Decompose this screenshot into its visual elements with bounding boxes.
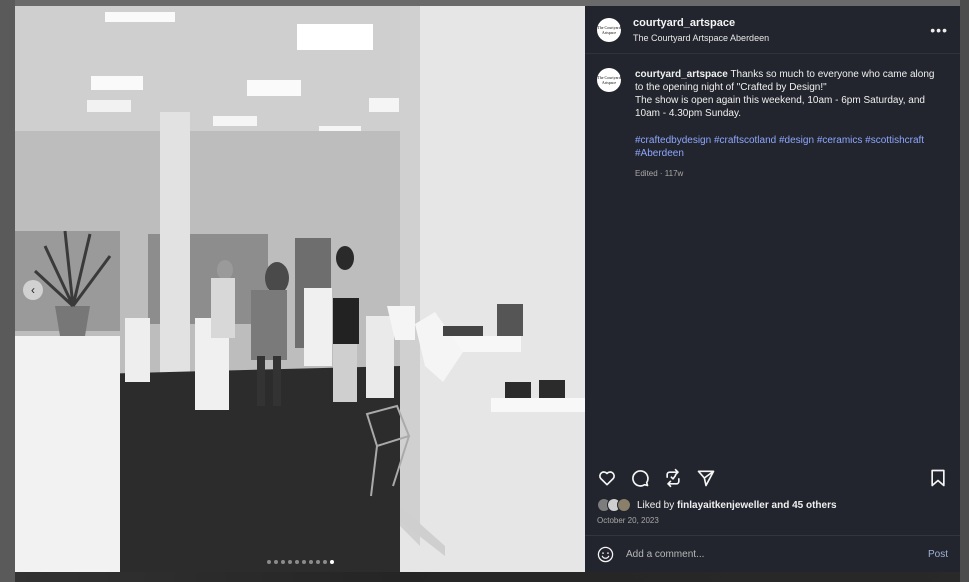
- edited-label: Edited: [635, 169, 658, 178]
- carousel-dot: [294, 560, 299, 564]
- caption-body: courtyard_artspace Thanks so much to eve…: [635, 68, 935, 180]
- avatar[interactable]: The Courtyard Artspace: [597, 17, 621, 42]
- hashtag-link[interactable]: #craftedbydesign: [635, 135, 711, 146]
- avatar-logo-text: The Courtyard Artspace: [597, 75, 621, 85]
- emoji-icon[interactable]: [597, 546, 614, 563]
- more-options-button[interactable]: •••: [930, 22, 948, 38]
- carousel-dot: [301, 560, 306, 564]
- likes-row: Liked by finlayaitkenjeweller and 45 oth…: [585, 496, 960, 514]
- hashtag-link[interactable]: #craftscotland: [714, 135, 776, 146]
- caption: The Courtyard Artspace courtyard_artspac…: [597, 68, 948, 180]
- liked-by-and: and: [771, 499, 790, 511]
- caption-username[interactable]: courtyard_artspace: [635, 69, 728, 80]
- carousel-dot: [315, 560, 320, 564]
- add-comment-bar: Post: [585, 535, 960, 572]
- backdrop-left-edge: [0, 0, 15, 582]
- action-bar: [585, 460, 960, 496]
- carousel-dots: [15, 560, 585, 564]
- carousel-dot: [266, 560, 271, 564]
- others-count[interactable]: 45 others: [792, 500, 836, 511]
- header-text: courtyard_artspace The Courtyard Artspac…: [633, 17, 769, 43]
- post-media[interactable]: ‹: [15, 6, 585, 572]
- post-location[interactable]: The Courtyard Artspace Aberdeen: [633, 33, 769, 43]
- post-date[interactable]: October 20, 2023: [585, 514, 960, 535]
- comment-icon[interactable]: [630, 468, 650, 488]
- post-age[interactable]: 117w: [665, 169, 684, 178]
- avatar-logo-text: The Courtyard Artspace: [597, 24, 621, 35]
- carousel-dot: [273, 560, 278, 564]
- post-modal: ‹ The Courtyard Artspace courtyard_artsp…: [15, 6, 960, 572]
- liker-avatars[interactable]: [597, 498, 631, 512]
- liked-by-user[interactable]: finlayaitkenjeweller: [677, 500, 769, 511]
- avatar: [617, 498, 631, 512]
- avatar[interactable]: The Courtyard Artspace: [597, 68, 621, 92]
- previous-slide-button[interactable]: ‹: [23, 280, 43, 300]
- bookmark-icon[interactable]: [928, 468, 948, 488]
- hashtags: #craftedbydesign #craftscotland #design …: [635, 134, 935, 160]
- liked-by-label: Liked by: [637, 499, 675, 511]
- share-icon[interactable]: [696, 468, 716, 488]
- caption-text-2: The show is open again this weekend, 10a…: [635, 95, 925, 119]
- heart-icon[interactable]: [597, 468, 617, 488]
- gallery-photo: [15, 6, 585, 572]
- hashtag-link[interactable]: #ceramics: [817, 135, 863, 146]
- comments-section[interactable]: The Courtyard Artspace courtyard_artspac…: [585, 54, 960, 460]
- carousel-dot: [329, 560, 334, 564]
- carousel-dot: [280, 560, 285, 564]
- more-icon: •••: [930, 21, 948, 38]
- hashtag-link[interactable]: #design: [779, 135, 814, 146]
- repost-icon[interactable]: [663, 468, 683, 488]
- carousel-dot: [287, 560, 292, 564]
- post-details-panel: The Courtyard Artspace courtyard_artspac…: [585, 6, 960, 572]
- post-comment-button[interactable]: Post: [928, 549, 948, 560]
- likes-summary: Liked by finlayaitkenjeweller and 45 oth…: [637, 500, 837, 511]
- carousel-dot: [308, 560, 313, 564]
- carousel-dot: [322, 560, 327, 564]
- hashtag-link[interactable]: #scottishcraft: [865, 135, 924, 146]
- comment-input[interactable]: [626, 548, 928, 560]
- post-header: The Courtyard Artspace courtyard_artspac…: [585, 6, 960, 54]
- post-username[interactable]: courtyard_artspace: [633, 17, 769, 29]
- caption-meta: Edited · 117w: [635, 169, 684, 178]
- backdrop-right-edge: [960, 0, 969, 582]
- chevron-left-icon: ‹: [31, 283, 35, 297]
- hashtag-link[interactable]: #Aberdeen: [635, 148, 684, 159]
